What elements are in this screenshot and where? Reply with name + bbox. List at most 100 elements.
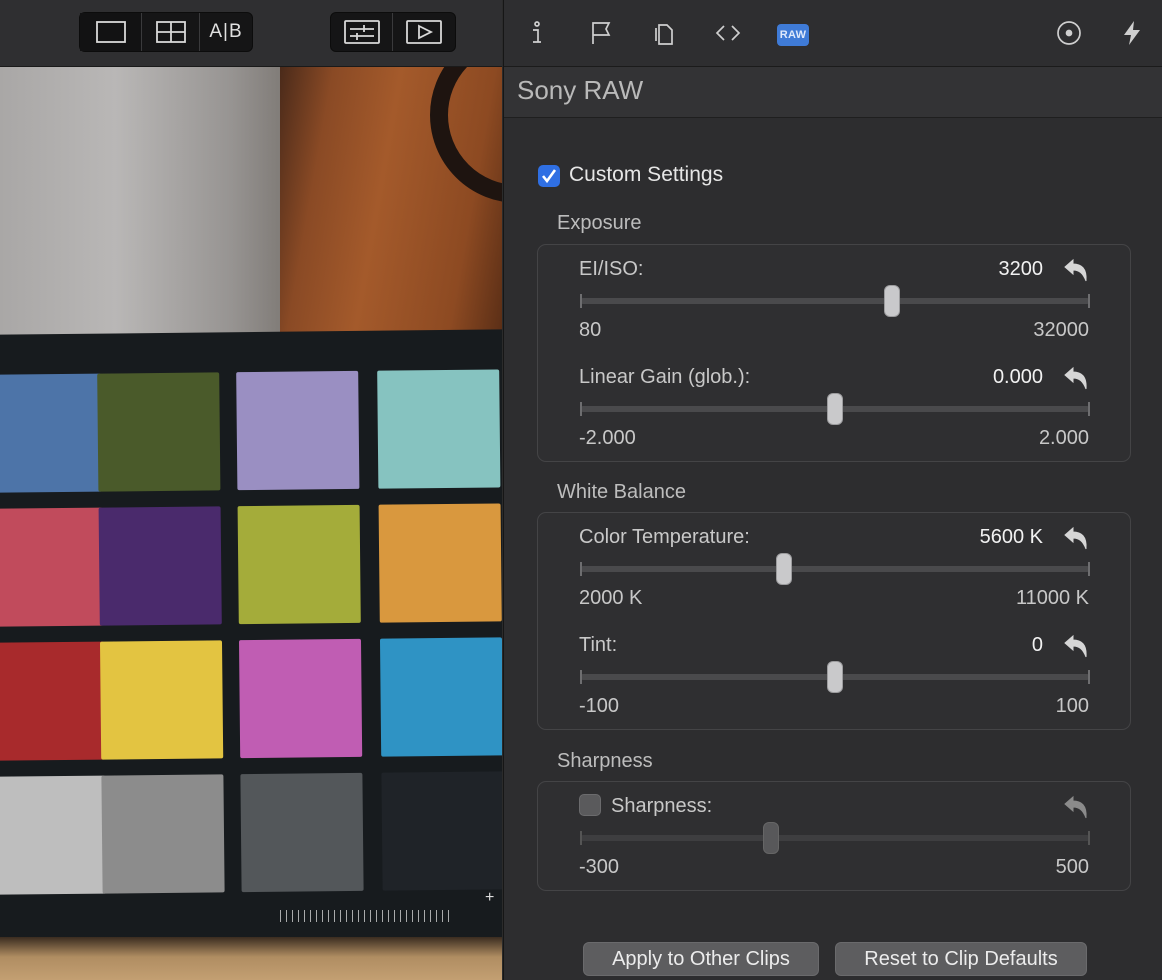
flag-icon <box>592 22 611 44</box>
color-patch <box>0 641 106 761</box>
slider-min-tick <box>580 402 582 416</box>
color-checker-chart <box>0 329 502 955</box>
color-patch <box>99 640 224 760</box>
color-patch <box>238 638 363 759</box>
undo-arrow-icon <box>1064 366 1087 390</box>
sharpness-label: Sharpness: <box>611 795 713 817</box>
layout-segmented-control: A|B <box>79 12 253 52</box>
color-temperature-min: 2000 K <box>579 587 643 609</box>
slider-max-tick <box>1088 831 1090 845</box>
tint-reset-button[interactable] <box>1061 632 1089 660</box>
color-patch <box>236 370 360 491</box>
custom-settings-checkbox[interactable] <box>538 165 560 187</box>
ei-iso-slider[interactable] <box>580 285 1090 317</box>
reset-to-clip-defaults-button[interactable]: Reset to Clip Defaults <box>835 942 1087 976</box>
slider-max-tick <box>1088 562 1090 576</box>
inspector-pane: RAW Sony RAW Custom Settings Exposure EI… <box>503 0 1162 980</box>
play-icon <box>406 20 442 44</box>
info-icon <box>533 21 541 43</box>
color-patch <box>0 373 103 493</box>
tab-target[interactable] <box>1054 18 1084 48</box>
viewer-toolbar: A|B <box>0 0 502 67</box>
color-patch <box>377 369 501 489</box>
sharpness-slider-thumb[interactable] <box>763 822 780 854</box>
playback-button[interactable] <box>393 13 455 51</box>
exposure-group: EI/ISO: 3200 80 32000 Linear Gain (glob.… <box>537 244 1131 462</box>
color-patch <box>381 771 502 891</box>
bolt-icon <box>1124 21 1140 45</box>
tab-bolt[interactable] <box>1117 18 1147 48</box>
undo-arrow-icon <box>1064 795 1087 819</box>
color-patch <box>101 774 225 894</box>
linear-gain-reset-button[interactable] <box>1061 364 1089 392</box>
sharpness-group: Sharpness: -300 500 <box>537 781 1131 891</box>
color-patch <box>379 637 502 757</box>
single-view-icon <box>95 21 126 43</box>
linear-gain-min: -2.000 <box>579 427 636 449</box>
linear-gain-slider[interactable] <box>580 393 1090 425</box>
grid-view-button[interactable] <box>142 13 200 51</box>
color-temperature-value[interactable]: 5600 K <box>980 526 1043 549</box>
ei-iso-reset-button[interactable] <box>1061 256 1089 284</box>
tint-min: -100 <box>579 695 620 717</box>
ei-iso-label: EI/ISO: <box>579 258 644 280</box>
tint-slider[interactable] <box>580 661 1090 693</box>
panel-header: Sony RAW <box>504 67 1162 118</box>
ei-iso-value[interactable]: 3200 <box>999 258 1044 281</box>
sharpness-reset-button[interactable] <box>1061 793 1089 821</box>
ei-iso-slider-thumb[interactable] <box>883 285 900 317</box>
slider-max-tick <box>1088 670 1090 684</box>
grid-view-icon <box>155 21 186 43</box>
checkmark-icon <box>541 169 557 184</box>
single-view-button[interactable] <box>80 13 142 51</box>
color-patch <box>0 507 104 627</box>
ab-view-button[interactable]: A|B <box>200 13 252 51</box>
color-temperature-reset-button[interactable] <box>1061 524 1089 552</box>
custom-settings-label: Custom Settings <box>569 163 724 186</box>
slider-max-tick <box>1088 402 1090 416</box>
ei-iso-max: 32000 <box>1033 319 1089 341</box>
apply-to-other-clips-button[interactable]: Apply to Other Clips <box>583 942 819 976</box>
ei-iso-min: 80 <box>579 319 602 341</box>
sharpness-checkbox[interactable] <box>579 794 601 816</box>
target-icon <box>1057 21 1081 45</box>
sliders-icon <box>343 20 380 44</box>
tint-slider-thumb[interactable] <box>827 661 843 693</box>
sharpness-max: 500 <box>1055 856 1089 878</box>
tab-code[interactable] <box>713 18 743 48</box>
slider-min-tick <box>580 562 582 576</box>
linear-gain-label: Linear Gain (glob.): <box>579 366 751 388</box>
section-exposure-label: Exposure <box>557 212 642 234</box>
linear-gain-value[interactable]: 0.000 <box>993 366 1043 389</box>
color-temperature-label: Color Temperature: <box>579 526 750 548</box>
tint-value[interactable]: 0 <box>1032 634 1043 657</box>
section-white-balance-label: White Balance <box>557 481 686 503</box>
undo-arrow-icon <box>1064 526 1087 550</box>
tab-raw[interactable]: RAW <box>777 24 809 46</box>
sharpness-min: -300 <box>579 856 620 878</box>
clip-preview-image[interactable]: + <box>0 67 502 980</box>
color-temperature-slider[interactable] <box>580 553 1090 585</box>
linear-gain-max: 2.000 <box>1038 427 1089 449</box>
sharpness-slider[interactable] <box>580 822 1090 854</box>
white-balance-group: Color Temperature: 5600 K 2000 K 11000 K… <box>537 512 1131 730</box>
undo-arrow-icon <box>1064 258 1087 282</box>
wooden-floor <box>0 937 502 980</box>
color-temperature-slider-thumb[interactable] <box>776 553 792 585</box>
color-temperature-max: 11000 K <box>1015 587 1089 609</box>
slider-min-tick <box>580 670 582 684</box>
inspector-tab-bar: RAW <box>504 0 1162 67</box>
tab-info[interactable] <box>522 18 552 48</box>
color-patch <box>0 775 107 895</box>
raw-tab-label: RAW <box>779 29 807 41</box>
code-icon <box>715 25 741 41</box>
adjustments-button[interactable] <box>331 13 393 51</box>
linear-gain-slider-thumb[interactable] <box>827 393 843 425</box>
undo-arrow-icon <box>1064 634 1087 658</box>
tint-label: Tint: <box>579 634 618 656</box>
color-patch <box>378 503 502 623</box>
tab-flag[interactable] <box>586 18 616 48</box>
tab-copy[interactable] <box>649 18 679 48</box>
section-sharpness-label: Sharpness <box>557 750 653 772</box>
tint-max: 100 <box>1055 695 1089 717</box>
